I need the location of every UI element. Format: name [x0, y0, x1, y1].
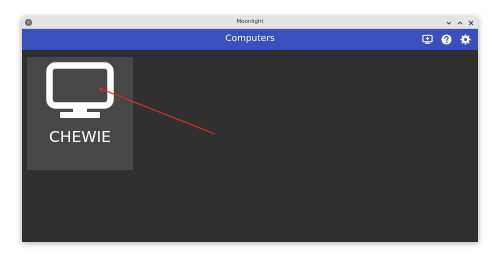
settings-button[interactable]: [459, 33, 472, 46]
close-icon: [468, 20, 473, 25]
window-controls: [445, 18, 474, 27]
window-title: Moonlight: [236, 19, 264, 25]
computer-grid: CHEWIE: [22, 50, 478, 242]
computer-tile[interactable]: CHEWIE: [27, 57, 133, 170]
monitor-icon: [46, 62, 114, 118]
minimize-button[interactable]: [445, 18, 452, 27]
moonlight-window: Moonlight Computers CHEWIE: [22, 17, 478, 242]
page-title: Computers: [225, 34, 275, 44]
minimize-icon: [446, 21, 451, 25]
help-icon: [441, 34, 452, 45]
add-pc-icon: [422, 34, 433, 44]
maximize-icon: [457, 20, 462, 24]
window-titlebar[interactable]: Moonlight: [22, 17, 478, 29]
add-pc-button[interactable]: [421, 33, 434, 46]
settings-icon: [460, 34, 471, 45]
maximize-button[interactable]: [456, 18, 463, 27]
toolbar: Computers: [22, 29, 478, 50]
close-button[interactable]: [467, 18, 474, 27]
help-button[interactable]: [440, 33, 453, 46]
computer-name: CHEWIE: [49, 128, 111, 146]
